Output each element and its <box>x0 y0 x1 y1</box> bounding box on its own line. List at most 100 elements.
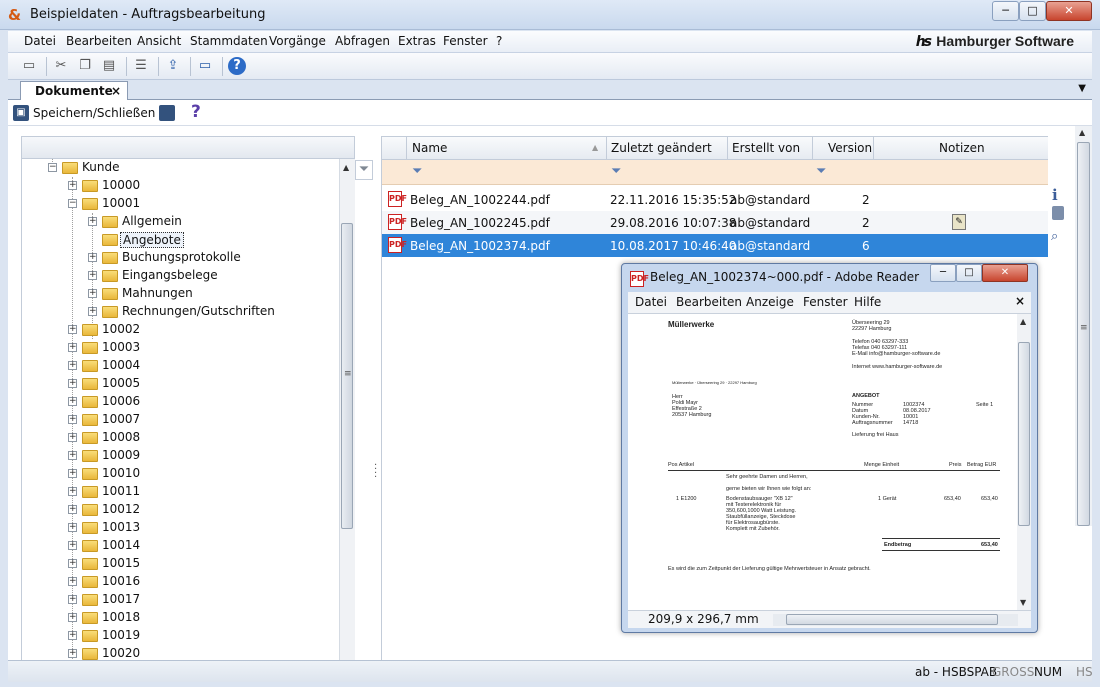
pdf-rule <box>882 538 1000 539</box>
folder-icon <box>82 648 98 660</box>
viewer-title: Beleg_AN_1002374~000.pdf - Adobe Reader <box>650 270 920 284</box>
viewer-maximize-button[interactable]: □ <box>956 264 982 282</box>
folder-icon <box>82 576 98 588</box>
folder-icon <box>82 522 98 534</box>
menu-ansicht[interactable]: Ansicht <box>137 34 181 48</box>
folder-icon <box>62 162 78 174</box>
viewer-minimize-button[interactable]: ─ <box>930 264 956 282</box>
pdf-icon: PDF <box>388 237 407 253</box>
folder-icon <box>102 216 118 228</box>
folder-icon <box>102 288 118 300</box>
folder-icon <box>82 486 98 498</box>
pdf-viewer-window[interactable]: PDF Beleg_AN_1002374~000.pdf - Adobe Rea… <box>621 263 1038 633</box>
customer-tree: − Kunde +10000 −10001 + Allgemein Angebot… <box>21 159 339 660</box>
info-icon[interactable]: i <box>1052 186 1058 204</box>
folder-icon <box>82 630 98 642</box>
folder-icon <box>82 198 98 210</box>
folder-icon <box>102 234 118 246</box>
close-button[interactable]: ✕ <box>1046 1 1092 21</box>
paste-icon[interactable]: ▤ <box>100 57 118 75</box>
menu-bearbeiten[interactable]: Bearbeiten <box>66 34 132 48</box>
toolbar-separator <box>46 57 47 76</box>
menu-abfragen[interactable]: Abfragen <box>335 34 390 48</box>
column-header-notes[interactable]: Notizen <box>939 141 985 155</box>
pdf-icon: PDF <box>388 214 407 230</box>
list-view-icon[interactable]: ☰ <box>132 57 150 75</box>
viewer-menu-bearbeiten[interactable]: Bearbeiten <box>676 295 742 309</box>
filter-icon[interactable]: ⏷ <box>816 165 828 179</box>
tree-header <box>21 136 355 159</box>
column-header-modified[interactable]: Zuletzt geändert <box>611 141 712 155</box>
help-icon[interactable]: ? <box>191 102 201 122</box>
tree-scroll-thumb[interactable]: ≡ <box>341 223 353 529</box>
tab-menu-icon[interactable]: ▼ <box>1078 83 1086 94</box>
folder-icon <box>102 306 118 318</box>
viewer-close-button[interactable]: ✕ <box>982 264 1028 282</box>
search-document-icon[interactable]: ⌕ <box>1051 229 1058 244</box>
open-folder-icon[interactable]: ▭ <box>20 57 38 75</box>
menu-extras[interactable]: Extras <box>398 34 436 48</box>
folder-icon <box>82 432 98 444</box>
viewer-status-bar: 209,9 x 296,7 mm <box>628 610 1031 628</box>
viewer-scroll-thumb[interactable] <box>1018 342 1030 526</box>
folder-icon <box>82 558 98 570</box>
save-close-icon[interactable]: ▣ <box>13 105 29 121</box>
page-size-label: 209,9 x 296,7 mm <box>648 612 759 626</box>
toolbar-separator <box>222 57 223 76</box>
folder-icon <box>82 396 98 408</box>
maximize-button[interactable]: □ <box>1019 1 1046 21</box>
tab-close-icon[interactable]: × <box>111 84 121 98</box>
save-icon[interactable] <box>159 105 175 121</box>
folder-icon <box>82 612 98 624</box>
main-scroll-thumb[interactable]: ≡ <box>1077 142 1090 526</box>
toolbar-separator <box>190 57 191 76</box>
folder-icon <box>102 270 118 282</box>
side-toolbar: i ⌕ <box>1048 184 1068 254</box>
table-row[interactable]: PDF Beleg_AN_1002244.pdf 22.11.2016 15:3… <box>382 188 1048 211</box>
copy-icon[interactable]: ❐ <box>76 57 94 75</box>
viewer-menu-datei[interactable]: Datei <box>635 295 667 309</box>
table-row[interactable]: PDF Beleg_AN_1002245.pdf 29.08.2016 10:0… <box>382 211 1048 234</box>
folder-icon <box>82 180 98 192</box>
viewer-hscroll-thumb[interactable] <box>786 614 998 625</box>
cut-icon[interactable]: ✂ <box>52 57 70 75</box>
note-icon[interactable]: ✎ <box>952 214 966 230</box>
column-header-name[interactable]: Name <box>412 141 447 155</box>
viewer-doc-close-icon[interactable]: × <box>1015 294 1025 308</box>
filter-icon[interactable]: ⏷ <box>611 165 623 179</box>
menu-stammdaten[interactable]: Stammdaten <box>190 34 268 48</box>
tab-label: Dokumente <box>35 84 113 98</box>
viewer-menu-hilfe[interactable]: Hilfe <box>854 295 881 309</box>
tab-dokumente[interactable]: Dokumente × <box>20 81 128 101</box>
folder-icon <box>82 378 98 390</box>
trash-icon[interactable] <box>1052 206 1064 220</box>
window-icon[interactable]: ▭ <box>196 57 214 75</box>
document-export-icon[interactable]: ⇪ <box>164 57 182 75</box>
menu-help[interactable]: ? <box>496 34 502 48</box>
filter-icon[interactable]: ⏷ <box>412 165 424 179</box>
column-header-version[interactable]: Version <box>828 141 872 155</box>
folder-icon <box>82 414 98 426</box>
folder-icon <box>82 594 98 606</box>
column-header-author[interactable]: Erstellt von <box>732 141 800 155</box>
pdf-page: Müllerwerke Überseering 29 22297 Hamburg… <box>628 314 1017 610</box>
window-title: Beispieldaten - Auftragsbearbeitung <box>30 7 266 22</box>
folder-icon <box>82 324 98 336</box>
menu-vorgaenge[interactable]: Vorgänge <box>269 34 326 48</box>
help-icon[interactable]: ? <box>228 57 246 75</box>
tree-filter-icon[interactable]: ⏷ <box>355 160 373 180</box>
table-row-selected[interactable]: PDF Beleg_AN_1002374.pdf 10.08.2017 10:4… <box>382 234 1048 257</box>
minimize-button[interactable]: ─ <box>992 1 1019 21</box>
menu-datei[interactable]: Datei <box>24 34 56 48</box>
filter-row: ⏷ ⏷ ⏷ <box>382 160 1048 185</box>
toolbar-separator <box>126 57 127 76</box>
status-hs: HS <box>1076 665 1093 679</box>
menu-fenster[interactable]: Fenster <box>443 34 488 48</box>
folder-icon <box>82 504 98 516</box>
pane-splitter[interactable]: · · · · <box>374 461 377 483</box>
tab-strip: Dokumente × ▼ <box>8 80 1092 101</box>
save-close-button[interactable]: Speichern/Schließen <box>33 106 155 120</box>
folder-icon <box>82 468 98 480</box>
viewer-menu-fenster[interactable]: Fenster <box>803 295 848 309</box>
viewer-menu-anzeige[interactable]: Anzeige <box>746 295 794 309</box>
